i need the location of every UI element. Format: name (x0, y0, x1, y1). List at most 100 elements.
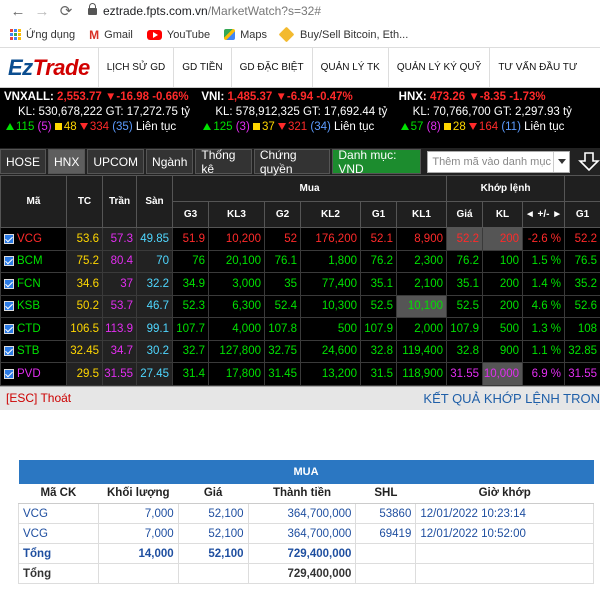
forward-icon[interactable]: → (30, 3, 54, 20)
board-row-ctd[interactable]: CTD 106.5 113.9 99.1 107.7 4,000 107.8 500 107.9… (0, 317, 600, 341)
col-g1[interactable]: G1 (360, 201, 397, 228)
address-bar[interactable]: eztrade.fpts.com.vn/MarketWatch?s=32# (88, 2, 321, 18)
download-arrow-icon[interactable] (578, 151, 600, 173)
col-kl3[interactable]: KL3 (208, 201, 265, 228)
board-cell: 1.3 % (521, 317, 566, 341)
index-vni[interactable]: VNI: 1,485.37 ▼-6.94 -0.47% KL: 578,912,3… (201, 91, 398, 148)
checkbox-icon[interactable] (4, 233, 14, 244)
match-cell: 12/01/2022 10:52:00 (415, 523, 594, 544)
col-g3[interactable]: G3 (172, 201, 209, 228)
menu-special-transaction[interactable]: GD ĐẶC BIỆT (230, 48, 312, 87)
menu-margin-management[interactable]: QUẢN LÝ KÝ QUỸ (387, 48, 489, 87)
tab-hnx[interactable]: HNX (48, 149, 86, 174)
tab-watchlist[interactable]: Danh mục: VND (332, 148, 422, 176)
board-cell: 37 (102, 272, 137, 296)
board-cell: 46.7 (136, 294, 173, 318)
board-cell: 52.1 (360, 227, 397, 251)
board-cell: 4,000 (208, 317, 265, 341)
match-col-header: SHL (355, 483, 416, 504)
unchanged-count: 28 (452, 121, 466, 133)
board-cell: 2,300 (396, 249, 447, 273)
eztrade-logo[interactable]: EzTrade (0, 55, 98, 81)
tab-sector[interactable]: Ngành (146, 149, 194, 174)
col-kl1[interactable]: KL1 (396, 201, 447, 228)
binance-icon (278, 26, 295, 43)
back-icon[interactable]: ← (6, 3, 30, 20)
row-symbol[interactable]: BCM (0, 249, 67, 273)
tab-hose[interactable]: HOSE (0, 149, 47, 174)
board-row-bcm[interactable]: BCM 75.2 80.4 70 76 20,100 76.1 1,800 76.2 2,300 7… (0, 249, 600, 273)
bookmark-maps[interactable]: Maps (224, 29, 267, 41)
decline-icon (468, 123, 477, 130)
col-ref[interactable]: TC (66, 175, 103, 228)
col-change-toggle[interactable]: ◄ +/- ► (521, 201, 566, 228)
board-row-fcn[interactable]: FCN 34.6 37 32.2 34.9 3,000 35 77,400 35.1 2,100 3… (0, 272, 600, 296)
index-hnx[interactable]: HNX: 473.26 ▼-8.35 -1.73% KL: 70,766,700 … (399, 91, 596, 148)
reload-icon[interactable]: ⟳ (54, 2, 78, 20)
menu-cash-transaction[interactable]: GD TIỀN (173, 48, 230, 87)
bookmark-apps[interactable]: Ứng dụng (10, 29, 75, 41)
board-row-stb[interactable]: STB 32.45 34.7 30.2 32.7 127,800 32.75 24,600 32… (0, 339, 600, 363)
checkbox-icon[interactable] (4, 323, 14, 334)
match-result-panel: MUA Mã CK Khối lượng Giá Thành tiền SHL Giờ k… (0, 410, 600, 584)
tab-statistics[interactable]: Thống kê (195, 148, 252, 176)
board-cell: 32.85 (564, 339, 600, 363)
checkbox-icon[interactable] (4, 278, 14, 289)
bookmark-youtube[interactable]: YouTube (146, 29, 210, 41)
index-name: VNI: (201, 91, 225, 103)
checkbox-icon[interactable] (4, 346, 14, 357)
match-cell: 12/01/2022 10:23:14 (415, 503, 594, 524)
col-g2[interactable]: G2 (264, 201, 301, 228)
col-match-volume[interactable]: KL (482, 201, 523, 228)
menu-trade-history[interactable]: LỊCH SỬ GD (97, 48, 174, 87)
row-symbol[interactable]: VCG (0, 227, 67, 251)
row-symbol[interactable]: STB (0, 339, 67, 363)
board-footer: [ESC] Thoát KẾT QUẢ KHỚP LỆNH TRON (0, 385, 600, 410)
board-cell: 49.85 (136, 227, 173, 251)
col-floor[interactable]: Sàn (136, 175, 173, 228)
row-symbol[interactable]: CTD (0, 317, 67, 341)
col-match-price[interactable]: Giá (446, 201, 483, 228)
unchanged-count: 48 (63, 121, 77, 133)
row-symbol[interactable]: KSB (0, 294, 67, 318)
index-vnxall[interactable]: VNXALL: 2,553.77 ▼-16.98 -0.66% KL: 530,6… (4, 91, 201, 148)
board-row-ksb[interactable]: KSB 50.2 53.7 46.7 52.3 6,300 52.4 10,300 52.5 10… (0, 294, 600, 318)
menu-account-management[interactable]: QUẢN LÝ TK (311, 48, 388, 87)
board-cell: 52.5 (360, 294, 397, 318)
checkbox-icon[interactable] (4, 256, 14, 267)
index-volume: 70,766,700 (433, 106, 491, 118)
board-row-pvd[interactable]: PVD 29.5 31.55 27.45 31.4 17,800 31.45 13,200 31… (0, 362, 600, 386)
tab-warrants[interactable]: Chứng quyền (253, 148, 331, 176)
col-kl2[interactable]: KL2 (300, 201, 361, 228)
chevron-down-icon[interactable] (553, 151, 569, 172)
board-row-vcg[interactable]: VCG 53.6 57.3 49.85 51.9 10,200 52 176,200 52.1 8… (0, 227, 600, 251)
ceiling-count: (8) (426, 121, 441, 133)
match-cell: 364,700,000 (247, 523, 357, 544)
index-percent: -1.73% (509, 91, 546, 103)
bookmark-gmail[interactable]: M Gmail (89, 28, 133, 42)
checkbox-icon[interactable] (4, 301, 14, 312)
board-cell: 32.2 (136, 272, 173, 296)
index-change: -6.94 (286, 91, 314, 103)
col-symbol[interactable]: Mã (0, 175, 67, 228)
board-cell: 1.5 % (521, 249, 566, 273)
floor-count: (35) (112, 121, 133, 133)
row-symbol[interactable]: FCN (0, 272, 67, 296)
browser-toolbar: ← → ⟳ eztrade.fpts.com.vn/MarketWatch?s=… (0, 0, 600, 22)
advancers: 125 (213, 121, 233, 133)
board-cell: 17,800 (208, 362, 265, 386)
col-ceiling[interactable]: Trần (102, 175, 137, 228)
tab-upcom[interactable]: UPCOM (87, 149, 145, 174)
col-sell-g1[interactable]: G1 (564, 201, 600, 228)
checkbox-icon[interactable] (4, 368, 14, 379)
session-status: Liên tục (135, 121, 177, 133)
bookmark-binance[interactable]: Buy/Sell Bitcoin, Eth... (278, 26, 408, 43)
board-cell: 13,200 (300, 362, 361, 386)
row-symbol[interactable]: PVD (0, 362, 67, 386)
index-percent: -0.66% (152, 91, 189, 103)
board-cell: 106.5 (66, 317, 103, 341)
menu-investment-advice[interactable]: TƯ VẤN ĐẦU TƯ (489, 48, 585, 87)
add-symbol-input[interactable]: Thêm mã vào danh mục (427, 150, 571, 173)
esc-exit-link[interactable]: [ESC] Thoát (6, 391, 71, 405)
board-cell: 31.55 (446, 362, 483, 386)
